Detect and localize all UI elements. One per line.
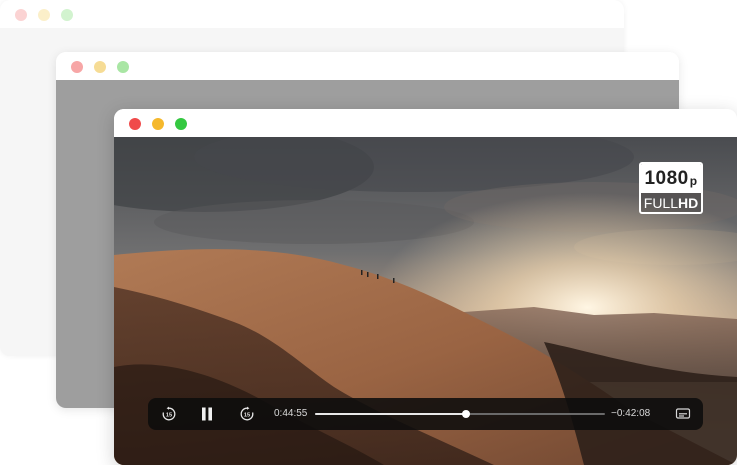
minimize-dot[interactable] — [152, 118, 164, 130]
forward-15-button[interactable]: 15 — [236, 398, 258, 430]
forward-seconds: 15 — [244, 413, 250, 419]
progress-scrubber[interactable] — [461, 410, 470, 418]
close-dot[interactable] — [15, 9, 27, 21]
title-bar — [0, 0, 624, 28]
title-bar — [56, 52, 679, 80]
elapsed-time: 0:44:55 — [274, 408, 308, 419]
remaining-time: −0:42:08 — [611, 408, 651, 419]
rewind-15-icon: 15 — [162, 406, 176, 421]
badge-resolution: 1080 p — [641, 164, 701, 193]
badge-label: FULL HD — [641, 193, 701, 212]
progress-fill — [315, 413, 466, 415]
maximize-dot[interactable] — [117, 61, 129, 73]
video-frame[interactable]: 1080 p FULL HD 15 15 0:44:55 −0:42:08 — [114, 137, 737, 465]
progress-track[interactable] — [315, 410, 605, 418]
close-dot[interactable] — [129, 118, 141, 130]
close-dot[interactable] — [71, 61, 83, 73]
forward-15-icon: 15 — [240, 406, 254, 421]
subtitles-icon — [675, 408, 691, 419]
resolution-suffix: p — [689, 174, 698, 188]
title-bar — [114, 109, 737, 137]
rewind-15-button[interactable]: 15 — [158, 398, 180, 430]
badge-label-light: FULL — [643, 194, 678, 211]
badge-label-bold: HD — [678, 194, 699, 211]
minimize-dot[interactable] — [38, 9, 50, 21]
minimize-dot[interactable] — [94, 61, 106, 73]
rewind-seconds: 15 — [166, 413, 172, 419]
pause-icon — [202, 407, 212, 421]
subtitles-button[interactable] — [672, 398, 694, 430]
full-hd-1080p-badge: 1080 p FULL HD — [639, 162, 703, 214]
resolution-text: 1080 — [644, 167, 689, 189]
maximize-dot[interactable] — [61, 9, 73, 21]
maximize-dot[interactable] — [175, 118, 187, 130]
video-player-window: 1080 p FULL HD 15 15 0:44:55 −0:42:08 — [114, 109, 737, 465]
player-control-bar: 15 15 0:44:55 −0:42:08 — [148, 398, 703, 430]
pause-button[interactable] — [196, 398, 218, 430]
